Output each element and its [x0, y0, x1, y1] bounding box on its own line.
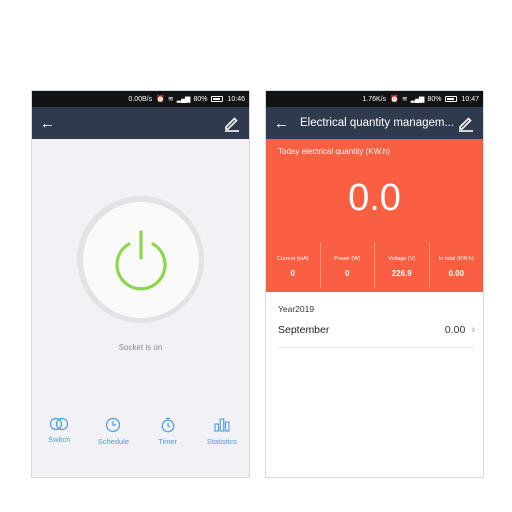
wifi-icon: ≋ — [401, 96, 408, 103]
metrics-row: Current (mA) 0 Power (W) 0 Voltage (V) 2… — [266, 242, 483, 288]
back-arrow-icon[interactable]: ← — [40, 115, 62, 132]
nav-switch[interactable]: Switch — [34, 417, 84, 446]
timer-icon — [161, 417, 175, 433]
clock-time: 10:46 — [227, 95, 245, 103]
metric-label: Power (W) — [334, 256, 361, 262]
socket-status-text: Socket is on — [118, 343, 163, 352]
nav-schedule[interactable]: Schedule — [88, 417, 138, 446]
toolbar: ← Electrical quantity managem... — [266, 107, 483, 139]
clock-icon — [106, 417, 121, 433]
battery-percent: 80% — [427, 95, 442, 103]
metric-total: In total (KW.h) 0.00 — [430, 242, 484, 288]
edit-pencil-icon[interactable] — [223, 114, 241, 132]
power-button[interactable] — [77, 196, 204, 323]
today-summary-panel: Today electrical quantity (KW.h) 0.0 Cur… — [266, 139, 483, 292]
power-icon — [114, 229, 167, 290]
bar-chart-icon — [214, 418, 230, 432]
battery-icon — [211, 96, 224, 102]
metric-power: Power (W) 0 — [321, 242, 375, 288]
edit-pencil-icon[interactable] — [457, 114, 475, 132]
metric-voltage: Voltage (V) 226.9 — [375, 242, 430, 288]
back-arrow-icon[interactable]: ← — [274, 115, 296, 132]
signal-icon: ▂▄▆ — [410, 96, 425, 103]
metric-current: Current (mA) 0 — [266, 242, 321, 288]
month-value: 0.00 — [444, 324, 466, 336]
status-bar: 1.76K/s ⏰ ≋ ▂▄▆ 80% 10:47 — [266, 91, 483, 107]
page-title: Electrical quantity managem... — [300, 117, 455, 129]
today-label: Today electrical quantity (KW.h) — [278, 147, 391, 156]
today-value: 0.0 — [348, 177, 401, 219]
nav-timer[interactable]: Timer — [143, 417, 193, 446]
wifi-icon: ≋ — [167, 96, 174, 103]
year-header: Year2019 — [278, 304, 315, 314]
nav-schedule-label: Schedule — [97, 437, 130, 446]
socket-screen: 0.00B/s ⏰ ≋ ▂▄▆ 80% 10:46 ← Socket is on — [31, 90, 250, 478]
toolbar: ← — [32, 107, 249, 139]
electricity-screen: 1.76K/s ⏰ ≋ ▂▄▆ 80% 10:47 ← Electrical q… — [265, 90, 484, 478]
metric-label: In total (KW.h) — [438, 256, 474, 262]
alarm-icon: ⏰ — [390, 96, 399, 103]
network-speed: 1.76K/s — [362, 95, 387, 103]
battery-percent: 80% — [193, 95, 208, 103]
network-speed: 0.00B/s — [128, 95, 153, 103]
clock-time: 10:47 — [461, 95, 479, 103]
status-bar: 0.00B/s ⏰ ≋ ▂▄▆ 80% 10:46 — [32, 91, 249, 107]
month-name: September — [278, 324, 330, 336]
metric-label: Voltage (V) — [388, 256, 416, 262]
bottom-nav: Switch Schedule Timer Statistics — [32, 417, 249, 446]
month-row[interactable]: September 0.00 › — [278, 324, 475, 348]
metric-value: 0 — [345, 269, 350, 278]
metric-label: Current (mA) — [276, 256, 309, 262]
metric-value: 0 — [290, 269, 295, 278]
nav-timer-label: Timer — [158, 437, 178, 446]
alarm-icon: ⏰ — [156, 96, 165, 103]
metric-value: 226.9 — [391, 269, 412, 278]
signal-icon: ▂▄▆ — [176, 96, 191, 103]
metric-value: 0.00 — [448, 269, 465, 278]
battery-icon — [445, 96, 458, 102]
chevron-right-icon: › — [471, 324, 475, 336]
nav-switch-label: Switch — [48, 435, 71, 444]
switch-icon — [50, 417, 69, 431]
nav-statistics[interactable]: Statistics — [197, 417, 247, 446]
nav-statistics-label: Statistics — [206, 437, 237, 446]
